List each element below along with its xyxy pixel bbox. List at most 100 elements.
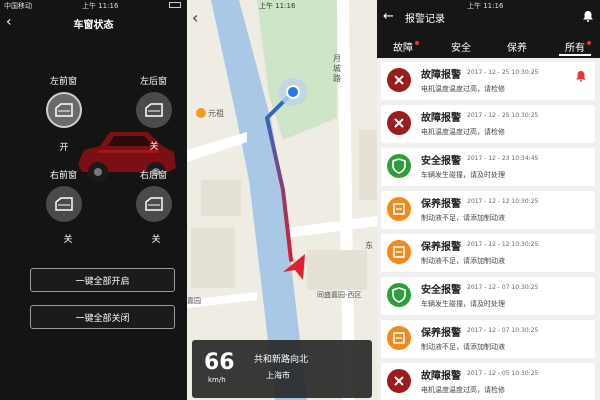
alarm-date: 2017 - 12 - 23 10:34:45	[467, 155, 539, 162]
close-all-windows-button[interactable]: 一键全部关闭	[30, 305, 175, 329]
speed-value: 66	[204, 350, 235, 375]
right-front-window-button[interactable]	[46, 186, 82, 222]
tab-label: 所有	[565, 43, 585, 54]
alarm-description: 车辆发生碰撞，请及时处理	[421, 300, 505, 308]
alarm-title: 安全报警	[421, 285, 461, 296]
right-rear-window-button[interactable]	[136, 186, 172, 222]
alarm-record[interactable]: 安全报警 2017 - 12 - 07 10:30:25 车辆发生碰撞，请及时处…	[381, 277, 595, 315]
fault-icon	[387, 68, 411, 92]
tab-maintenance[interactable]: 保养	[507, 39, 527, 54]
status-bar: 中国移动 上午 11:16	[0, 0, 187, 10]
road-name: 共和新路向北	[254, 355, 309, 365]
alarm-date: 2017 - 12 - 07 10:30:25	[467, 327, 539, 334]
map-poi-label: 元祖	[208, 109, 224, 118]
alarm-bell-icon	[576, 71, 586, 82]
unread-dot	[587, 41, 591, 45]
unread-dot	[415, 41, 419, 45]
alarm-description: 制动液不足，请添加制动液	[421, 214, 505, 222]
alarm-header: 上午 11:16 ← 报警记录 故障 安全 保养 所有	[377, 0, 600, 58]
shield-icon	[387, 154, 411, 178]
left-rear-window-button[interactable]	[136, 92, 172, 128]
tab-fault[interactable]: 故障	[393, 39, 419, 54]
tab-label: 安全	[451, 43, 471, 54]
map-screen: 上午 11:16 ‹ 月城路 元祖 东 同盛嘉园-西区 嘉园 66 km/h 共…	[187, 0, 377, 400]
alarm-title: 保养报警	[421, 242, 461, 253]
alarm-records-screen: 上午 11:16 ← 报警记录 故障 安全 保养 所有 故障报警 2017 - …	[377, 0, 600, 400]
window-icon	[145, 197, 163, 211]
alarm-record[interactable]: 故障报警 2017 - 12 - 05 10:30:25 电机温度温度过高，请检…	[381, 363, 595, 400]
window-label-right-front: 右前窗	[50, 171, 78, 181]
back-icon[interactable]: ‹	[192, 8, 206, 27]
status-bar: 上午 11:16	[377, 0, 600, 10]
left-front-window-button[interactable]	[46, 92, 82, 128]
window-icon	[145, 103, 163, 117]
tab-label: 故障	[393, 43, 413, 54]
map-poi-label-bottom: 嘉园	[187, 297, 201, 305]
maintenance-icon	[387, 197, 411, 221]
alarm-title: 故障报警	[421, 113, 461, 124]
city-name: 上海市	[266, 371, 290, 380]
bell-icon[interactable]	[582, 10, 594, 22]
window-status-screen: 中国移动 上午 11:16 ‹ 车窗状态 左前窗 开 左后窗 关 右前窗 关 右…	[0, 0, 187, 400]
alarm-description: 车辆发生碰撞，请及时处理	[421, 171, 505, 179]
open-all-windows-button[interactable]: 一键全部开启	[30, 268, 175, 292]
alarm-description: 制动液不足，请添加制动液	[421, 343, 505, 351]
poi-icon	[196, 108, 206, 118]
alarm-record[interactable]: 故障报警 2017 - 12 - 25 10:30:25 电机温度温度过高，请检…	[381, 105, 595, 143]
screenshot-root: 中国移动 上午 11:16 ‹ 车窗状态 左前窗 开 左后窗 关 右前窗 关 右…	[0, 0, 600, 400]
alarm-record[interactable]: 保养报警 2017 - 12 - 12 10:30:25 制动液不足，请添加制动…	[381, 234, 595, 272]
alarm-record[interactable]: 安全报警 2017 - 12 - 23 10:34:45 车辆发生碰撞，请及时处…	[381, 148, 595, 186]
alarm-description: 电机温度温度过高，请检修	[421, 386, 505, 394]
fault-icon	[387, 111, 411, 135]
window-label-left-rear: 左后窗	[140, 77, 168, 87]
alarm-date: 2017 - 12 - 25 10:30:25	[467, 69, 539, 76]
clock-text: 上午 11:16	[259, 2, 296, 10]
map-district-label: 同盛嘉园-西区	[317, 291, 362, 299]
alarm-date: 2017 - 12 - 25 10:30:25	[467, 112, 539, 119]
alarm-title: 保养报警	[421, 199, 461, 210]
navigation-info-panel: 66 km/h 共和新路向北 上海市	[192, 340, 372, 398]
clock-text: 上午 11:16	[467, 2, 504, 10]
alarm-date: 2017 - 12 - 07 10:30:25	[467, 284, 539, 291]
alarm-date: 2017 - 12 - 12 10:30:25	[467, 241, 539, 248]
alarm-date: 2017 - 12 - 05 10:30:25	[467, 370, 539, 377]
maintenance-icon	[387, 240, 411, 264]
alarm-tabs: 故障 安全 保养 所有	[377, 36, 600, 56]
window-label-right-rear: 右后窗	[140, 171, 168, 181]
alarm-title: 安全报警	[421, 156, 461, 167]
tab-label: 保养	[507, 43, 527, 54]
active-tab-indicator	[559, 54, 591, 56]
shield-icon	[387, 283, 411, 307]
speed-unit: km/h	[208, 376, 226, 384]
window-state-right-front: 关	[63, 235, 73, 245]
alarm-record[interactable]: 故障报警 2017 - 12 - 25 10:30:25 电机温度温度过高，请检…	[381, 62, 595, 100]
window-state-right-rear: 关	[151, 235, 161, 245]
status-bar: 上午 11:16	[187, 0, 377, 10]
alarm-title: 保养报警	[421, 328, 461, 339]
alarm-record[interactable]: 保养报警 2017 - 12 - 07 10:30:25 制动液不足，请添加制动…	[381, 320, 595, 358]
tab-all[interactable]: 所有	[565, 39, 591, 54]
back-icon[interactable]: ←	[383, 9, 397, 24]
window-icon	[55, 197, 73, 211]
page-title: 报警记录	[405, 14, 445, 25]
alarm-record[interactable]: 保养报警 2017 - 12 - 12 10:30:25 制动液不足，请添加制动…	[381, 191, 595, 229]
alarm-description: 制动液不足，请添加制动液	[421, 257, 505, 265]
alarm-title: 故障报警	[421, 70, 461, 81]
map-road-label: 月城路	[333, 54, 341, 83]
alarm-description: 电机温度温度过高，请检修	[421, 85, 505, 93]
window-icon	[55, 103, 73, 117]
carrier-text: 中国移动	[4, 2, 32, 10]
page-title: 车窗状态	[73, 20, 114, 31]
alarm-description: 电机温度温度过高，请检修	[421, 128, 505, 136]
battery-icon	[169, 2, 181, 8]
window-state-left-front: 开	[59, 143, 69, 153]
alarm-title: 故障报警	[421, 371, 461, 382]
window-label-left-front: 左前窗	[50, 77, 78, 87]
alarm-date: 2017 - 12 - 12 10:30:25	[467, 198, 539, 205]
window-state-left-rear: 关	[149, 142, 159, 152]
tab-safety[interactable]: 安全	[451, 39, 471, 54]
maintenance-icon	[387, 326, 411, 350]
fault-icon	[387, 369, 411, 393]
clock-text: 上午 11:16	[82, 2, 119, 10]
map-area-label: 东	[365, 241, 373, 250]
